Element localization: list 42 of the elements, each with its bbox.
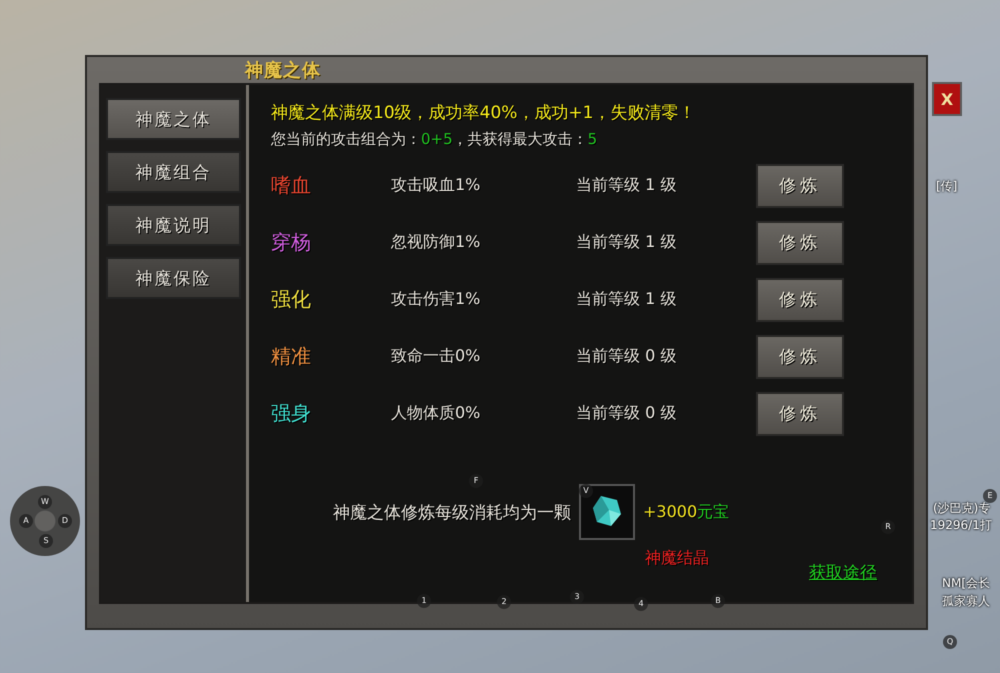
obtain-link[interactable]: 获取途径 xyxy=(809,561,877,584)
sidebar-tab[interactable]: 神魔说明 xyxy=(106,204,241,246)
sidebar-tab[interactable]: 神魔保险 xyxy=(106,257,241,299)
attribute-effect: 攻击吸血1% xyxy=(391,175,482,196)
attribute-name: 强化 xyxy=(271,286,312,313)
current-grade: 当前等级 1 级 xyxy=(576,289,678,310)
crystal-icon xyxy=(579,484,635,540)
player-label: (沙巴克)专 xyxy=(933,500,990,517)
sidebar-tab[interactable]: 神魔之体 xyxy=(106,98,241,140)
attribute-effect: 人物体质0% xyxy=(391,403,482,424)
train-button[interactable]: 修炼 xyxy=(756,164,844,208)
attribute-effect: 忽视防御1% xyxy=(391,232,482,253)
price-currency: 元宝 xyxy=(697,502,730,520)
current-grade: 当前等级 1 级 xyxy=(576,175,678,196)
player-label: 19296/1打 xyxy=(930,517,992,534)
train-button[interactable]: 修炼 xyxy=(756,334,844,378)
current-grade: 当前等级 1 级 xyxy=(576,232,678,253)
attribute-name: 精准 xyxy=(271,343,312,370)
attribute-effect: 致命一击0% xyxy=(391,346,482,367)
attribute-effect: 攻击伤害1% xyxy=(391,289,482,310)
player-label: 孤家寡人 xyxy=(942,593,990,610)
train-button[interactable]: 修炼 xyxy=(756,392,844,436)
max-attack-value: 5 xyxy=(588,130,598,149)
combo-label: 您当前的攻击组合为： xyxy=(271,130,421,149)
item-name: 神魔结晶 xyxy=(645,548,710,569)
player-label: NM[会长 xyxy=(942,575,990,592)
close-button[interactable]: X xyxy=(932,82,962,116)
cost-text: 神魔之体修炼每级消耗均为一颗 xyxy=(333,502,571,524)
current-grade: 当前等级 0 级 xyxy=(576,346,678,367)
window-title: 神魔之体 xyxy=(245,59,321,82)
max-attack-label: ，共获得最大攻击： xyxy=(452,130,588,149)
train-button[interactable]: 修炼 xyxy=(756,220,844,264)
player-label: [传] xyxy=(936,178,958,195)
attribute-name: 强身 xyxy=(271,400,312,427)
attribute-name: 嗜血 xyxy=(271,172,312,199)
price-amount: +3000 xyxy=(643,502,698,520)
combo-value: 0+5 xyxy=(421,130,453,149)
attribute-name: 穿杨 xyxy=(271,229,312,256)
rule-text: 神魔之体满级10级，成功率40%，成功+1，失败清零！ xyxy=(271,102,696,124)
sidebar-tab[interactable]: 神魔组合 xyxy=(106,151,241,193)
current-grade: 当前等级 0 级 xyxy=(576,403,678,424)
train-button[interactable]: 修炼 xyxy=(756,278,844,322)
